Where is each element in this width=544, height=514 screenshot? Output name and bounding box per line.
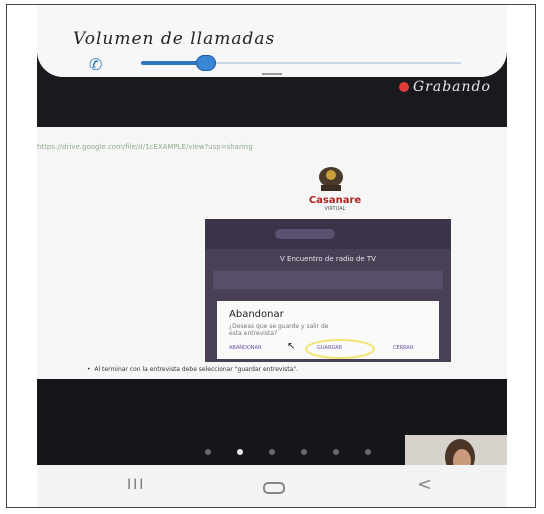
embedded-header-title: V Encuentro de radio de TV	[280, 255, 376, 263]
cursor-icon: ↖	[287, 341, 296, 352]
panel-handle[interactable]	[262, 73, 282, 75]
android-nav-bar: III <	[37, 465, 507, 507]
carousel-dot[interactable]	[301, 449, 307, 455]
carousel-dot[interactable]	[237, 449, 243, 455]
dialog-text: ¿Deseas que se guarde y salir de esta en…	[229, 323, 329, 337]
carousel-dot[interactable]	[365, 449, 371, 455]
highlight-oval	[305, 339, 375, 359]
recent-apps-icon[interactable]: III	[127, 477, 145, 493]
home-icon[interactable]	[263, 482, 285, 494]
volume-slider-thumb[interactable]	[196, 55, 216, 71]
back-icon[interactable]: <	[417, 474, 432, 495]
logo-subtext: VIRTUAL	[324, 206, 346, 212]
instruction-bullet: • Al terminar con la entrevista debe sel…	[87, 366, 298, 373]
recording-label: Grabando	[413, 79, 491, 95]
phone-screen: Volumen de llamadas ✆ Grabando https://d…	[37, 5, 507, 507]
phone-icon: ✆	[89, 55, 103, 74]
instruction-text: Al terminar con la entrevista debe selec…	[94, 366, 298, 373]
dialog-title: Abandonar	[229, 309, 284, 320]
logo-wordmark: Casanare	[308, 195, 362, 206]
carousel-dots	[205, 449, 371, 455]
carousel-dot[interactable]	[205, 449, 211, 455]
document-url-text[interactable]: https://drive.google.com/file/d/1cEXAMPL…	[37, 143, 253, 151]
embedded-app-screenshot: V Encuentro de radio de TV Abandonar ¿De…	[205, 219, 451, 362]
recording-indicator: Grabando	[399, 79, 491, 95]
carousel-dot[interactable]	[333, 449, 339, 455]
embedded-list-row	[213, 271, 443, 289]
record-dot-icon	[399, 82, 409, 92]
dialog-close-button[interactable]: CERRAR	[393, 345, 413, 351]
carousel-dot[interactable]	[269, 449, 275, 455]
volume-panel: Volumen de llamadas ✆	[37, 5, 507, 77]
embedded-app-bar	[205, 219, 451, 249]
volume-title: Volumen de llamadas	[73, 29, 276, 49]
embedded-pill	[275, 229, 335, 239]
abandon-dialog: Abandonar ¿Deseas que se guarde y salir …	[217, 301, 439, 359]
screenshot-frame: Volumen de llamadas ✆ Grabando https://d…	[6, 4, 536, 508]
dialog-abandon-button[interactable]: ABANDONAR	[229, 345, 261, 351]
